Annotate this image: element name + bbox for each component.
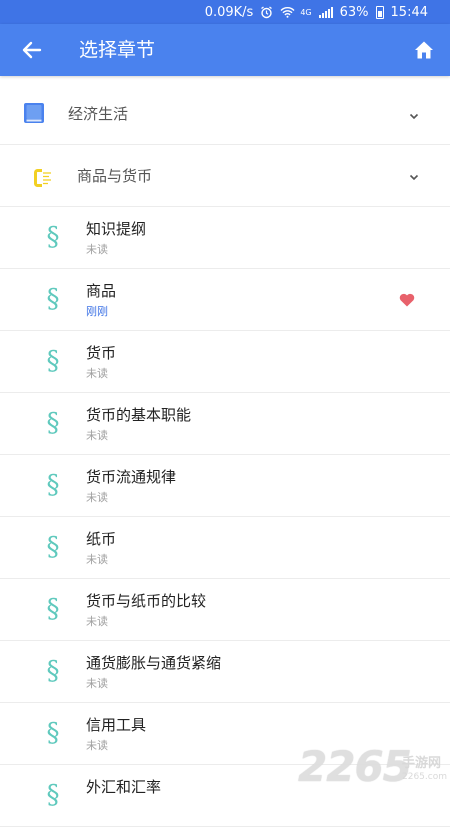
section-sign-icon: §	[46, 656, 60, 686]
chapter-row[interactable]: 商品与货币	[0, 145, 450, 207]
home-icon[interactable]	[412, 38, 436, 62]
heart-icon[interactable]	[399, 292, 415, 307]
section-status: 未读	[86, 739, 108, 752]
status-bar: 0.09K/s 4G 63% 15:44	[0, 0, 450, 24]
section-status: 未读	[86, 615, 108, 628]
section-row[interactable]: § 商品 刚刚	[0, 269, 450, 331]
section-title: 知识提纲	[86, 220, 147, 238]
section-status: 未读	[86, 429, 108, 442]
section-status: 刚刚	[86, 305, 108, 318]
section-status: 未读	[86, 553, 108, 566]
section-sign-icon: §	[46, 470, 60, 500]
section-row[interactable]: § 货币的基本职能 未读	[0, 393, 450, 455]
battery-percent: 63%	[339, 4, 369, 20]
watermark-text: 手游网	[402, 756, 442, 771]
section-sign-icon: §	[46, 594, 60, 624]
alarm-icon	[260, 5, 273, 19]
section-status: 未读	[86, 243, 108, 256]
section-title: 通货膨胀与通货紧缩	[86, 654, 222, 672]
section-title: 纸币	[86, 530, 117, 548]
section-title: 货币流通规律	[86, 468, 177, 486]
section-row[interactable]: § 纸币 未读	[0, 517, 450, 579]
section-sign-icon: §	[46, 346, 60, 376]
chapter-label: 商品与货币	[77, 167, 153, 185]
book-icon	[23, 102, 45, 124]
section-status: 未读	[86, 677, 108, 690]
watermark-number: 2265	[298, 742, 412, 791]
watermark-logo: 2265 手游网 2265.com	[298, 742, 450, 792]
section-title: 货币的基本职能	[86, 406, 192, 424]
chapter-list: 经济生活 商品与货币 § 知识提纲 未读 § 商品 刚刚 § 货币 未读 § 货…	[0, 76, 450, 827]
section-status: 未读	[86, 491, 108, 504]
chevron-down-icon[interactable]	[408, 107, 420, 120]
section-sign-icon: §	[46, 222, 60, 252]
section-title: 货币与纸币的比较	[86, 592, 207, 610]
wifi-icon	[280, 6, 295, 18]
app-bar: 选择章节	[0, 24, 450, 76]
chevron-down-icon[interactable]	[408, 168, 420, 181]
section-row[interactable]: § 知识提纲 未读	[0, 207, 450, 269]
section-row[interactable]: § 货币与纸币的比较 未读	[0, 579, 450, 641]
section-sign-icon: §	[46, 780, 60, 810]
section-sign-icon: §	[46, 718, 60, 748]
section-row[interactable]: § 货币流通规律 未读	[0, 455, 450, 517]
unit-row[interactable]: 经济生活	[0, 76, 450, 145]
section-sign-icon: §	[46, 284, 60, 314]
section-title: 信用工具	[86, 716, 147, 734]
clock: 15:44	[390, 4, 428, 20]
network-type: 4G	[300, 7, 312, 17]
section-sign-icon: §	[46, 408, 60, 438]
battery-icon	[375, 5, 384, 19]
section-row[interactable]: § 货币 未读	[0, 331, 450, 393]
network-speed: 0.09K/s	[204, 4, 254, 20]
section-title: 商品	[86, 282, 117, 300]
signal-icon	[318, 6, 333, 18]
unit-label: 经济生活	[68, 105, 129, 123]
section-title: 货币	[86, 344, 117, 362]
coin-icon	[32, 167, 54, 189]
page-title: 选择章节	[79, 39, 156, 61]
section-row[interactable]: § 通货膨胀与通货紧缩 未读	[0, 641, 450, 703]
section-status: 未读	[86, 367, 108, 380]
section-sign-icon: §	[46, 532, 60, 562]
section-title: 外汇和汇率	[86, 778, 162, 796]
watermark-url: 2265.com	[402, 772, 447, 782]
back-arrow-icon[interactable]	[20, 38, 44, 62]
